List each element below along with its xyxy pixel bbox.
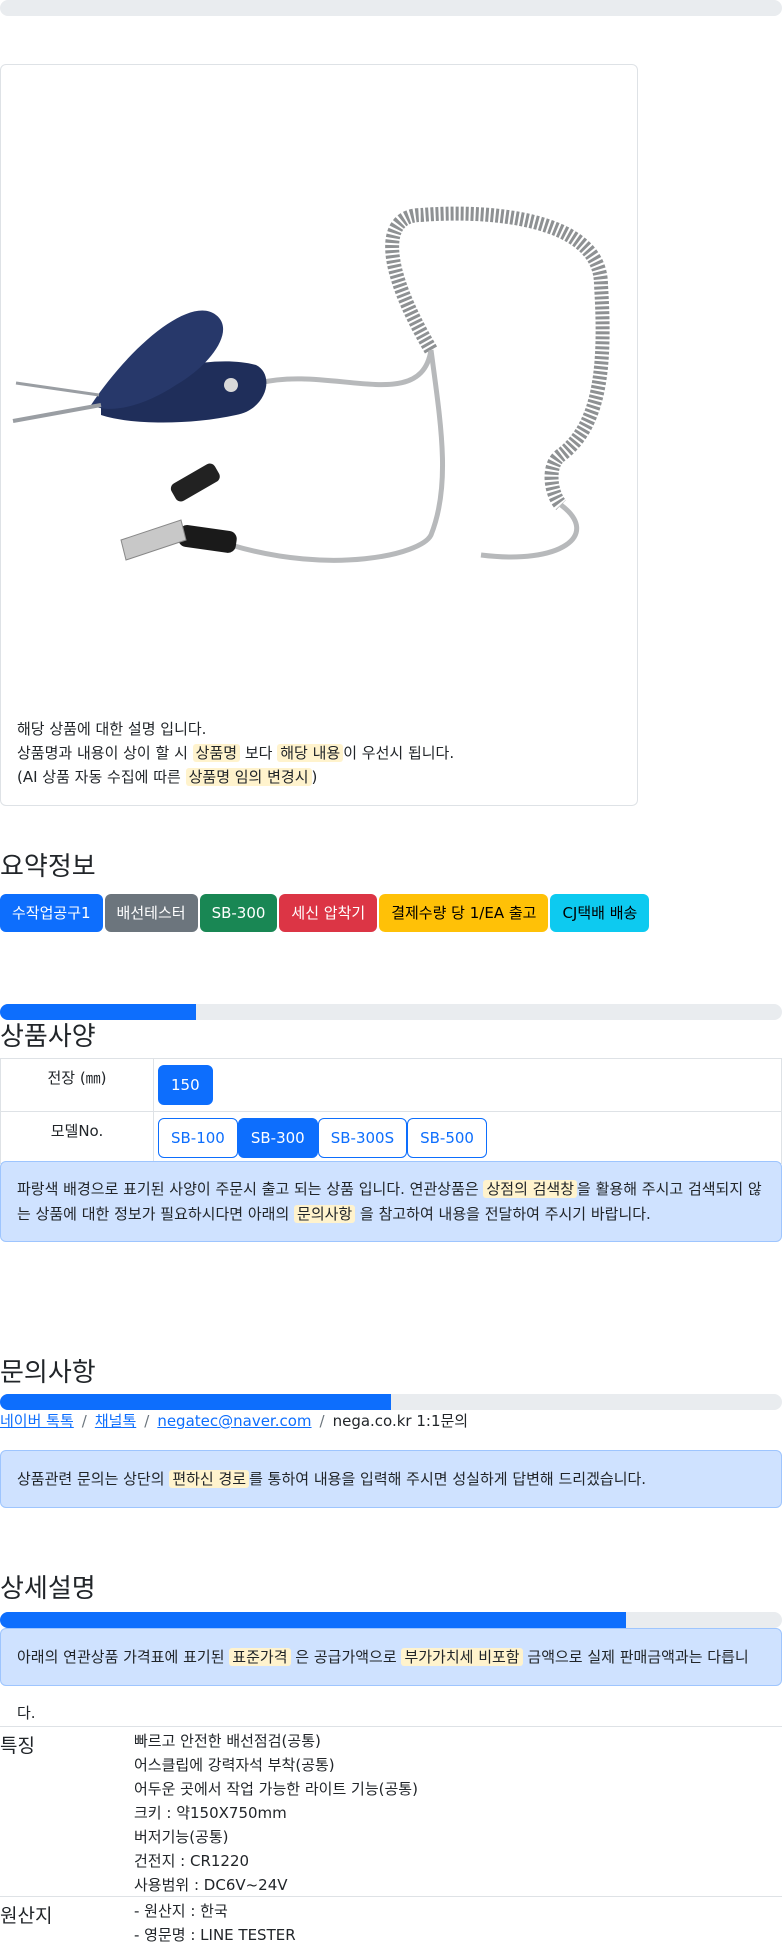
description-text: ) <box>311 768 318 786</box>
feature-item: 어두운 곳에서 작업 가능한 라이트 기능(공통) <box>134 1780 418 1798</box>
description-line-1: 해당 상품에 대한 설명 입니다. <box>17 720 207 738</box>
description-line-3: (AI 상품 자동 수집에 따른 상품명 임의 변경시) <box>17 765 454 789</box>
feature-item: 어스클립에 강력자석 부착(공통) <box>134 1756 335 1774</box>
separator: / <box>319 1412 325 1430</box>
top-progress-bar <box>0 0 782 16</box>
features-label: 특징 <box>0 1735 35 1757</box>
spec-value-length-cell: 150 <box>153 1058 782 1112</box>
highlight-inquiry: 문의사항 <box>294 1205 356 1223</box>
origin-label: 원산지 <box>0 1905 53 1927</box>
summary-badges: 수작업공구1 배선테스터 SB-300 세신 압착기 결제수량 당 1/EA 출… <box>0 894 650 932</box>
description-text: 보다 <box>244 744 273 762</box>
product-image <box>12 206 610 563</box>
contact-links: 네이버 톡톡 / 채널톡 / negatec@naver.com / nega.co.kr … <box>0 1410 468 1431</box>
badge-model: SB-300 <box>199 894 278 932</box>
notice-text: 파랑색 배경으로 표기된 사양이 주문시 출고 되는 상품 입니다. 연관상품은 <box>17 1180 479 1198</box>
notice-text: 상품관련 문의는 상단의 <box>17 1470 165 1488</box>
email-link[interactable]: negatec@naver.com <box>157 1412 311 1430</box>
description-text: 상품명과 내용이 상이 할 시 <box>17 744 188 762</box>
origin-item: - 원산지 : 한국 <box>134 1902 228 1920</box>
badge-delivery: CJ택배 배송 <box>550 894 650 932</box>
feature-item: 빠르고 안전한 배선점검(공통) <box>134 1732 321 1750</box>
spec-table: 전장 (㎜) 150 모델No. SB-100 SB-300 SB-300S SB-5… <box>0 1058 782 1164</box>
spec-label-model: 모델No. <box>0 1111 154 1164</box>
inquiry-progress-fill <box>0 1394 391 1410</box>
description-line-2: 상품명과 내용이 상이 할 시 상품명 보다 해당 내용 이 우선시 됩니다. <box>17 741 454 765</box>
spec-label-length: 전장 (㎜) <box>0 1058 154 1112</box>
separator: / <box>144 1412 150 1430</box>
detail-title: 상세설명 <box>0 1574 96 1604</box>
origin-item: - 영문명 : LINE TESTER <box>134 1926 296 1944</box>
naver-talktalk-link[interactable]: 네이버 톡톡 <box>0 1412 74 1430</box>
summary-title: 요약정보 <box>0 852 96 882</box>
inquiry-title: 문의사항 <box>0 1358 96 1388</box>
highlight-name-change: 상품명 임의 변경시 <box>185 768 312 786</box>
badge-brand: 세신 압착기 <box>279 894 378 932</box>
spec-row-model: 모델No. SB-100 SB-300 SB-300S SB-500 <box>0 1111 782 1164</box>
highlight-standard-price: 표준가격 <box>229 1648 291 1666</box>
inquiry-notice: 상품관련 문의는 상단의 편하신 경로 를 통하여 내용을 입력해 주시면 성실하… <box>0 1450 782 1508</box>
origin-list: - 원산지 : 한국 - 영문명 : LINE TESTER <box>134 1899 296 1947</box>
highlight-search: 상점의 검색창 <box>483 1180 578 1198</box>
highlight-vat: 부가가치세 비포함 <box>401 1648 523 1666</box>
badge-shipping-qty: 결제수량 당 1/EA 출고 <box>379 894 549 932</box>
spec-row-length: 전장 (㎜) 150 <box>0 1058 782 1112</box>
highlight-content: 해당 내용 <box>277 744 344 762</box>
model-option-sb-300s[interactable]: SB-300S <box>317 1117 408 1158</box>
detail-progress-bar <box>0 1612 782 1628</box>
site-inquiry-text: nega.co.kr 1:1문의 <box>332 1412 469 1430</box>
description-text: 이 우선시 됩니다. <box>343 744 455 762</box>
model-option-sb-300[interactable]: SB-300 <box>237 1117 318 1158</box>
length-option-150[interactable]: 150 <box>158 1065 213 1105</box>
spec-value-model-cell: SB-100 SB-300 SB-300S SB-500 <box>153 1111 782 1164</box>
specs-progress-bar <box>0 1004 782 1020</box>
feature-item: 버저기능(공통) <box>134 1828 229 1846</box>
specs-title: 상품사양 <box>0 1022 96 1052</box>
description-text: (AI 상품 자동 수집에 따른 <box>17 768 181 786</box>
feature-item: 크키 : 약150X750mm <box>134 1804 287 1822</box>
features-list: 빠르고 안전한 배선점검(공통) 어스클립에 강력자석 부착(공통) 어두운 곳… <box>134 1729 418 1897</box>
badge-product-type: 배선테스터 <box>104 894 198 932</box>
notice-text: 아래의 연관상품 가격표에 표기된 <box>17 1648 225 1666</box>
feature-item: 건전지 : CR1220 <box>134 1852 250 1870</box>
notice-text: 는 상품에 대한 정보가 필요하시다면 아래의 <box>17 1205 290 1223</box>
badge-category: 수작업공구1 <box>0 894 103 932</box>
product-description: 해당 상품에 대한 설명 입니다. 상품명과 내용이 상이 할 시 상품명 보다… <box>17 717 454 789</box>
detail-progress-fill <box>0 1612 626 1628</box>
product-card: 해당 상품에 대한 설명 입니다. 상품명과 내용이 상이 할 시 상품명 보다… <box>0 64 638 806</box>
notice-text: 은 공급가액으로 <box>295 1648 397 1666</box>
model-option-sb-100[interactable]: SB-100 <box>158 1117 238 1158</box>
model-option-sb-500[interactable]: SB-500 <box>407 1117 487 1158</box>
spec-notice: 파랑색 배경으로 표기된 사양이 주문시 출고 되는 상품 입니다. 연관상품은… <box>0 1161 782 1242</box>
feature-item: 사용범위 : DC6V~24V <box>134 1876 288 1894</box>
separator: / <box>81 1412 87 1430</box>
features-row: 특징 빠르고 안전한 배선점검(공통) 어스클립에 강력자석 부착(공통) 어두… <box>0 1726 782 1897</box>
notice-text: 를 통하여 내용을 입력해 주시면 성실하게 답변해 드리겠습니다. <box>249 1470 647 1488</box>
price-notice: 아래의 연관상품 가격표에 표기된 표준가격 은 공급가액으로 부가가치세 비포… <box>0 1628 782 1722</box>
inquiry-progress-bar <box>0 1394 782 1410</box>
channel-talk-link[interactable]: 채널톡 <box>95 1412 136 1430</box>
origin-row: 원산지 - 원산지 : 한국 - 영문명 : LINE TESTER <box>0 1896 782 1945</box>
notice-text: 을 활용해 주시고 검색되지 않 <box>577 1180 762 1198</box>
highlight-route: 편하신 경로 <box>169 1470 250 1488</box>
highlight-product-name: 상품명 <box>192 744 241 762</box>
notice-text: 을 참고하여 내용을 전달하여 주시기 바랍니다. <box>360 1205 651 1223</box>
